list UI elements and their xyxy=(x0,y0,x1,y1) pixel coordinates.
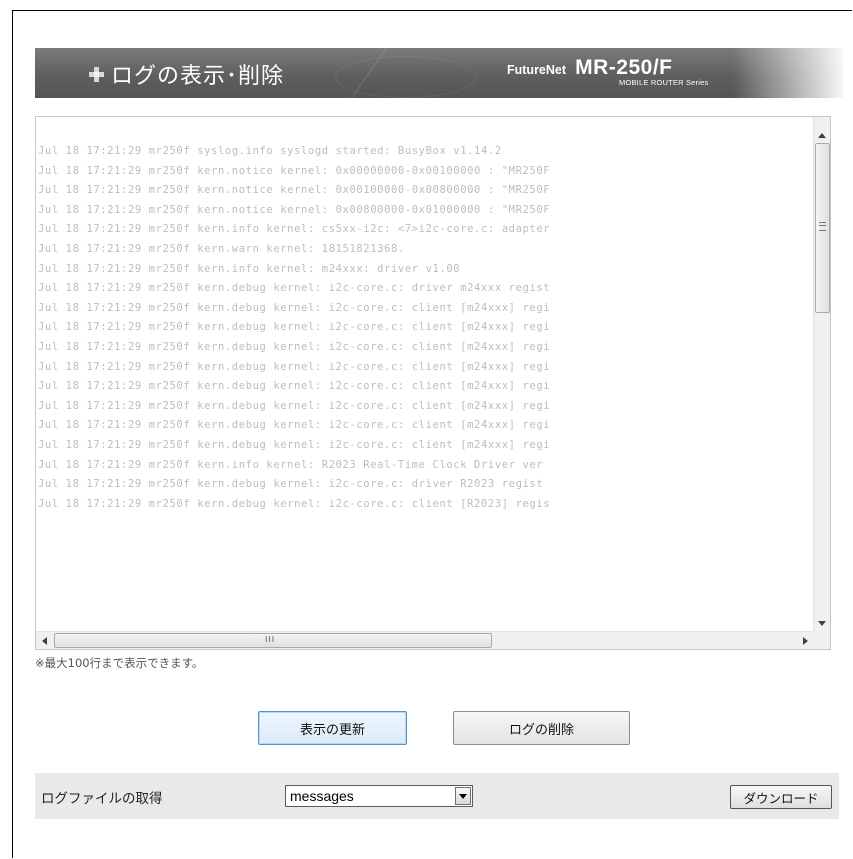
log-line: Jul 18 17:21:29 mr250f kern.debug kernel… xyxy=(38,380,551,393)
horizontal-scroll-thumb[interactable]: III xyxy=(54,633,492,648)
scrollbar-corner xyxy=(813,631,830,649)
grip-icon: III xyxy=(265,635,276,644)
log-line: Jul 18 17:21:29 mr250f kern.info kernel:… xyxy=(38,458,544,471)
log-line: Jul 18 17:21:29 mr250f kern.debug kernel… xyxy=(38,399,551,412)
log-line: Jul 18 17:21:29 mr250f kern.warn kernel:… xyxy=(38,243,405,255)
log-line: Jul 18 17:21:29 mr250f kern.debug kernel… xyxy=(38,439,551,451)
page-header-banner: ログの表示･削除 FutureNet MR-250/F MOBILE ROUTE… xyxy=(35,48,843,98)
scroll-up-arrow-icon[interactable] xyxy=(818,133,826,138)
log-file-select[interactable]: messages xyxy=(285,785,473,807)
log-line: Jul 18 17:21:29 mr250f kern.debug kernel… xyxy=(38,301,551,314)
log-line: Jul 18 17:21:29 mr250f kern.notice kerne… xyxy=(38,184,551,197)
log-line: Jul 18 17:21:29 mr250f kern.debug kernel… xyxy=(38,282,551,295)
log-line: Jul 18 17:21:29 mr250f kern.debug kernel… xyxy=(38,497,551,510)
log-line: Jul 18 17:21:29 mr250f kern.debug kernel… xyxy=(38,341,551,353)
log-viewer[interactable]: Jul 18 17:21:29 mr250f syslog.info syslo… xyxy=(35,116,831,650)
brand-model: MR-250/F xyxy=(575,56,673,79)
log-line: Jul 18 17:21:29 mr250f kern.debug kernel… xyxy=(38,321,551,334)
refresh-button[interactable]: 表示の更新 xyxy=(258,711,407,745)
delete-log-button[interactable]: ログの削除 xyxy=(453,711,630,745)
log-download-row: ログファイルの取得 messages ダウンロード xyxy=(35,773,839,819)
log-line: Jul 18 17:21:29 mr250f kern.debug kernel… xyxy=(38,419,551,432)
max-lines-note: ※最大100行まで表示できます。 xyxy=(35,656,204,670)
log-line: Jul 18 17:21:29 mr250f kern.info kernel:… xyxy=(38,262,461,275)
scroll-down-arrow-icon[interactable] xyxy=(818,621,826,626)
log-file-select-value: messages xyxy=(290,788,354,804)
chevron-down-icon[interactable] xyxy=(455,787,471,805)
log-line: Jul 18 17:21:29 mr250f kern.debug kernel… xyxy=(38,360,551,373)
page-title: ログの表示･削除 xyxy=(111,64,285,89)
scroll-right-arrow-icon[interactable] xyxy=(803,637,808,645)
scroll-left-arrow-icon[interactable] xyxy=(42,637,47,645)
log-text-area[interactable]: Jul 18 17:21:29 mr250f syslog.info syslo… xyxy=(36,117,812,631)
brand-logo: FutureNet MR-250/F xyxy=(507,56,672,80)
title-bullet-icon xyxy=(89,67,104,82)
brand-name: FutureNet xyxy=(507,63,567,77)
log-line: Jul 18 17:21:29 mr250f kern.debug kernel… xyxy=(38,478,544,491)
brand-series: MOBILE ROUTER Series xyxy=(619,78,709,87)
banner-fade xyxy=(733,48,843,98)
log-line: Jul 18 17:21:29 mr250f syslog.info syslo… xyxy=(38,145,502,157)
log-line: Jul 18 17:21:29 mr250f kern.notice kerne… xyxy=(38,203,551,216)
vertical-scrollbar[interactable] xyxy=(813,117,830,632)
grip-icon xyxy=(819,222,826,231)
log-line: Jul 18 17:21:29 mr250f kern.info kernel:… xyxy=(38,223,551,236)
horizontal-scrollbar[interactable]: III xyxy=(36,631,814,649)
download-button[interactable]: ダウンロード xyxy=(730,785,832,809)
log-download-label: ログファイルの取得 xyxy=(41,791,163,807)
log-line: Jul 18 17:21:29 mr250f kern.notice kerne… xyxy=(38,164,551,177)
banner-decoration-arc xyxy=(335,56,477,98)
vertical-scroll-thumb[interactable] xyxy=(815,143,830,313)
